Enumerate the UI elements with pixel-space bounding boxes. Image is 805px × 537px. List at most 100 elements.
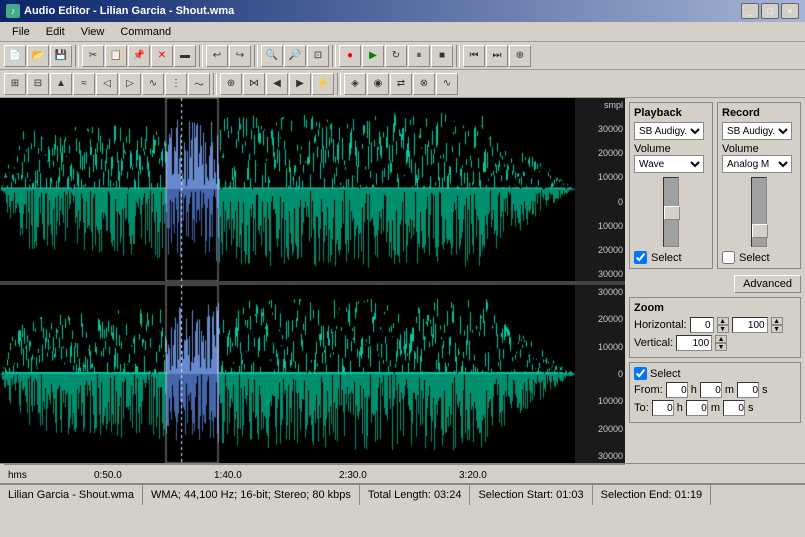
playback-title: Playback [634,107,708,119]
record-select-checkbox[interactable] [722,251,735,264]
zoom-horiz-up[interactable]: ▲ [771,317,783,325]
scale-label-30000-2: 30000 [598,269,623,279]
from-m-input[interactable] [700,382,722,398]
select-panel-checkbox[interactable] [634,367,647,380]
select-none-button[interactable]: ⊟ [27,73,49,95]
scale-label-b30000-2: 30000 [598,451,623,461]
eq-button[interactable]: ≈ [73,73,95,95]
zoom-horizontal-row: Horizontal: ▲ ▼ ▲ ▼ [634,317,796,333]
forward-button[interactable]: ▶ [289,73,311,95]
waveform-view-button[interactable]: ∿ [436,73,458,95]
zoom-vert-down[interactable]: ▼ [715,343,727,351]
open-button[interactable]: 📂 [27,45,49,67]
zoom-in-button[interactable]: 🔎 [284,45,306,67]
undo-button[interactable]: ↩ [206,45,228,67]
silence-button[interactable]: ▬ [174,45,196,67]
to-s-input[interactable] [723,400,745,416]
record-volume-slider[interactable] [751,177,767,247]
prev-button[interactable]: ⏮ [463,45,485,67]
paste-button[interactable]: 📌 [128,45,150,67]
zoom-horiz-down[interactable]: ▼ [771,325,783,333]
waveform-bottom-canvas[interactable] [0,285,575,463]
channel-left-button[interactable]: ◈ [344,73,366,95]
spectrum-button[interactable]: ⋮ [165,73,187,95]
to-m-input[interactable] [686,400,708,416]
channel-merge-button[interactable]: ⊗ [413,73,435,95]
zoom-vert-up[interactable]: ▲ [715,335,727,343]
play-button[interactable]: ▶ [362,45,384,67]
from-m-label: m [725,384,734,396]
right-panel: Playback SB Audigy. Volume Wave Select [625,98,805,463]
menu-view[interactable]: View [73,24,113,40]
timeline-unit: hms [8,470,27,481]
from-s-input[interactable] [737,382,759,398]
split-button[interactable]: ⋈ [243,73,265,95]
menu-edit[interactable]: Edit [38,24,73,40]
minimize-button[interactable]: _ [741,3,759,19]
advanced-button[interactable]: Advanced [734,275,801,293]
record-slider-thumb[interactable] [752,224,768,238]
pause-button[interactable]: ⏸ [408,45,430,67]
zoom-out-button[interactable]: 🔍 [261,45,283,67]
cut-button[interactable]: ✂ [82,45,104,67]
maximize-button[interactable]: □ [761,3,779,19]
record-button[interactable]: ● [339,45,361,67]
select-header-row: Select [634,367,796,380]
zoom-left-up[interactable]: ▲ [717,317,729,325]
scale-label-20000-1: 20000 [598,148,623,158]
waveform-bottom[interactable]: 30000 20000 10000 0 10000 20000 30000 [0,285,625,463]
waveform-scale-top: smpl 30000 20000 10000 0 10000 20000 300… [575,98,625,281]
redo-button[interactable]: ↪ [229,45,251,67]
save-button[interactable]: 💾 [50,45,72,67]
waveform-scale-bottom: 30000 20000 10000 0 10000 20000 30000 [575,285,625,463]
record-device-select[interactable]: SB Audigy. [722,122,792,140]
reverse-button[interactable]: ◀ [266,73,288,95]
menu-file[interactable]: File [4,24,38,40]
zoom-horizontal-input[interactable] [732,317,768,333]
select-to-row: To: h m s [634,400,796,416]
zoom-horizontal-spin[interactable]: ▲ ▼ [771,317,783,333]
wave-button[interactable]: 〜 [188,73,210,95]
menu-command[interactable]: Command [112,24,179,40]
waveform-top-canvas[interactable] [0,98,575,281]
select-to-label: To: [634,402,649,414]
normalize-button[interactable]: ▲ [50,73,72,95]
speed-button[interactable]: ⚡ [312,73,334,95]
playback-slider-thumb[interactable] [664,206,680,220]
noise-button[interactable]: ∿ [142,73,164,95]
playback-volume-slider[interactable] [663,177,679,247]
stop-button[interactable]: ■ [431,45,453,67]
mix-button[interactable]: ⊕ [220,73,242,95]
channel-right-button[interactable]: ◉ [367,73,389,95]
fade-out-button[interactable]: ▷ [119,73,141,95]
pr-container: Playback SB Audigy. Volume Wave Select [629,102,801,269]
record-volume-type-select[interactable]: Analog M [722,155,792,173]
new-button[interactable]: 📄 [4,45,26,67]
app-icon: ♪ [6,4,20,18]
waveform-top[interactable]: smpl 30000 20000 10000 0 10000 20000 300… [0,98,625,281]
zoom-vertical-label: Vertical: [634,337,673,349]
select-all-button[interactable]: ⊞ [4,73,26,95]
import-button[interactable]: ⊕ [509,45,531,67]
playback-volume-type-select[interactable]: Wave [634,155,704,173]
from-h-input[interactable] [666,382,688,398]
zoom-left-spin[interactable]: ▲ ▼ [717,317,729,333]
playback-device-select[interactable]: SB Audigy. [634,122,704,140]
loop-button[interactable]: ↻ [385,45,407,67]
channel-swap-button[interactable]: ⇄ [390,73,412,95]
zoom-left-down[interactable]: ▼ [717,325,729,333]
zoom-left-input[interactable] [690,317,714,333]
playback-select-checkbox[interactable] [634,251,647,264]
toolbar-1: 📄 📂 💾 ✂ 📋 📌 ✕ ▬ ↩ ↪ 🔍 🔎 ⊡ ● ▶ ↻ ⏸ ■ ⏮ ⏭ … [0,42,805,70]
close-button[interactable]: × [781,3,799,19]
delete-button[interactable]: ✕ [151,45,173,67]
zoom-full-button[interactable]: ⊡ [307,45,329,67]
toolbar-sep-1 [75,45,79,67]
to-h-input[interactable] [652,400,674,416]
fade-in-button[interactable]: ◁ [96,73,118,95]
zoom-vertical-spin[interactable]: ▲ ▼ [715,335,727,351]
next-button[interactable]: ⏭ [486,45,508,67]
titlebar-buttons[interactable]: _ □ × [741,3,799,19]
copy-button[interactable]: 📋 [105,45,127,67]
zoom-vertical-input[interactable] [676,335,712,351]
